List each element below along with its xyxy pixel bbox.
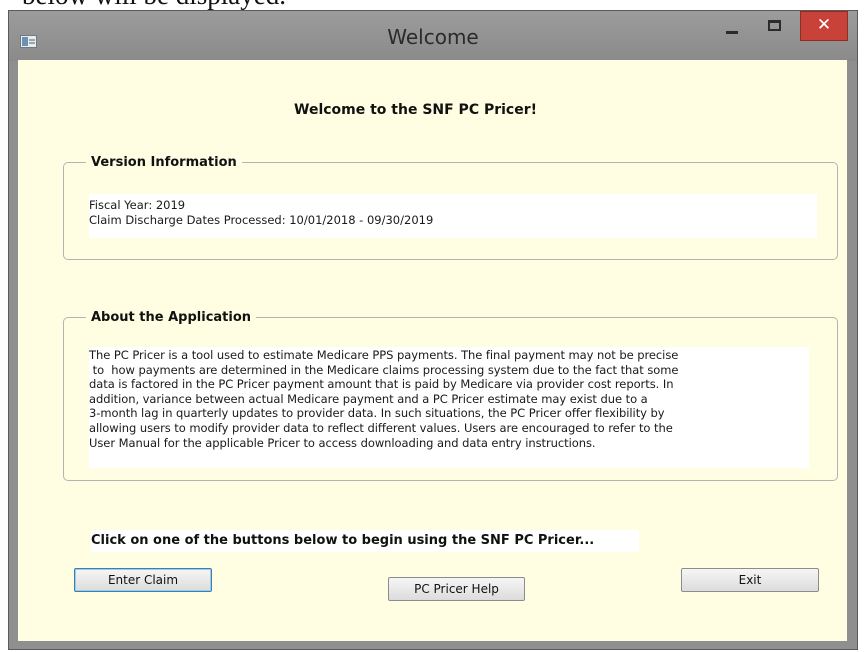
document-caption: below will be displayed.: [22, 0, 286, 9]
title-bar[interactable]: Welcome ✕: [9, 11, 857, 61]
close-button[interactable]: ✕: [800, 11, 848, 41]
welcome-heading: Welcome to the SNF PC Pricer!: [294, 102, 538, 118]
maximize-icon: [768, 20, 781, 31]
about-line: to how payments are determined in the Me…: [89, 362, 679, 377]
fiscal-year-line: Fiscal Year: 2019: [89, 198, 186, 212]
about-application-legend: About the Application: [91, 310, 252, 325]
close-icon: ✕: [816, 15, 832, 35]
enter-claim-button[interactable]: Enter Claim: [74, 568, 212, 592]
dialog-client-area: Welcome to the SNF PC Pricer! Version In…: [18, 60, 847, 641]
version-information-group: Version Information Fiscal Year: 2019 Cl…: [63, 155, 838, 260]
minimize-icon: [726, 31, 738, 34]
about-line: data is factored in the PC Pricer paymen…: [89, 377, 674, 392]
about-application-text: The PC Pricer is a tool used to estimate…: [89, 347, 809, 468]
version-information-text: Fiscal Year: 2019 Claim Discharge Dates …: [89, 194, 817, 238]
discharge-dates-line: Claim Discharge Dates Processed: 10/01/2…: [89, 212, 434, 227]
about-application-group: About the Application The PC Pricer is a…: [63, 310, 838, 481]
minimize-button[interactable]: [715, 11, 749, 41]
maximize-button[interactable]: [757, 11, 791, 41]
about-line: User Manual for the applicable Pricer to…: [89, 435, 596, 450]
about-line: The PC Pricer is a tool used to estimate…: [89, 348, 679, 362]
version-information-legend: Version Information: [91, 155, 237, 170]
pc-pricer-help-button[interactable]: PC Pricer Help: [388, 577, 525, 601]
about-line: 3-month lag in quarterly updates to prov…: [89, 406, 665, 421]
about-line: addition, variance between actual Medica…: [89, 391, 648, 406]
welcome-window: Welcome ✕ Welcome to the SNF PC Pricer! …: [8, 10, 858, 650]
about-line: allowing users to modify provider data t…: [89, 420, 673, 435]
instruction-text: Click on one of the buttons below to beg…: [91, 530, 639, 552]
exit-button[interactable]: Exit: [681, 568, 819, 592]
